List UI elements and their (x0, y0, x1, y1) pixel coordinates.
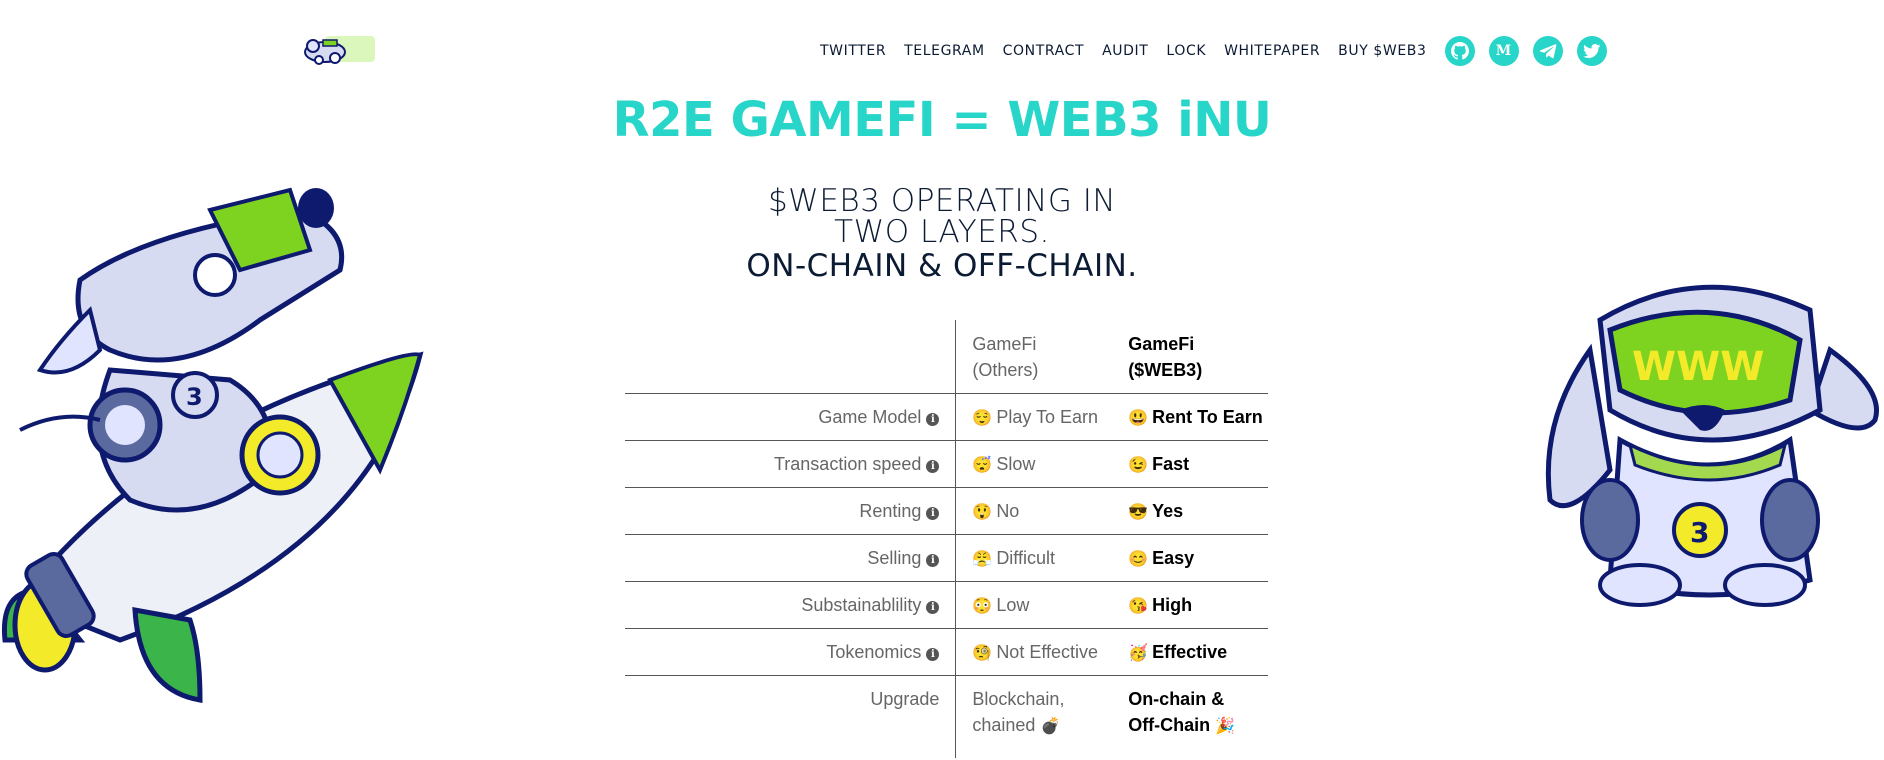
header-others: GameFi (Others) (956, 320, 1128, 394)
info-icon[interactable]: i (926, 647, 940, 661)
others-value: Low (996, 594, 1030, 615)
nav-audit[interactable]: AUDIT (1102, 43, 1148, 59)
svg-text:3: 3 (186, 383, 203, 411)
header-web3: GameFi ($WEB3) (1128, 320, 1268, 394)
table-row: Transaction speed i 😴 Slow 😉 Fast (625, 440, 1268, 488)
comparison-table: GameFi (Others) GameFi ($WEB3) Game Mode… (625, 320, 1268, 758)
emoji-icon: 😳 (972, 597, 993, 615)
medium-icon[interactable]: M (1488, 36, 1519, 66)
nav-telegram[interactable]: TELEGRAM (904, 43, 985, 59)
web3-value: Fast (1152, 453, 1190, 474)
header-web3-line2: ($WEB3) (1128, 359, 1203, 380)
goggles-dog-illustration: WWW 3 (1540, 270, 1884, 615)
table-row: Selling i 😤 Difficult 😊 Easy (625, 534, 1268, 582)
web3-value: Effective (1152, 641, 1228, 662)
emoji-icon: 😴 (972, 456, 993, 474)
header-others-line2: (Others) (972, 359, 1039, 380)
info-icon[interactable]: i (926, 412, 940, 426)
row-label: Selling (867, 547, 922, 568)
emoji-icon: 😌 (972, 409, 993, 427)
row-label: Upgrade (870, 689, 940, 709)
others-value: No (996, 500, 1020, 521)
table-row: Upgrade Blockchain, chained 💣 On-chain &… (625, 675, 1268, 758)
nav-contract[interactable]: CONTRACT (1003, 43, 1084, 59)
web3-value: Rent To Earn (1152, 406, 1263, 427)
table-header-row: GameFi (Others) GameFi ($WEB3) (625, 320, 1268, 394)
nav-lock[interactable]: LOCK (1166, 43, 1206, 59)
others-value-line1: Blockchain, (972, 689, 1065, 709)
logo[interactable] (295, 30, 377, 70)
web3-value-line1: On-chain & (1128, 689, 1225, 709)
social-links: M (1444, 36, 1621, 66)
web3-value: High (1152, 594, 1193, 615)
github-icon[interactable] (1444, 36, 1475, 66)
svg-text:WWW: WWW (1632, 344, 1764, 390)
rocket-dog-illustration: 3 (0, 170, 440, 710)
hero-title: R2E GAMEFI = WEB3 iNU (612, 92, 1272, 148)
others-value: Slow (996, 453, 1036, 474)
table-row: Substainablility i 😳 Low 😘 High (625, 581, 1268, 629)
emoji-icon: 😊 (1128, 550, 1149, 568)
emoji-icon: 😲 (972, 503, 993, 521)
emoji-icon: 🥳 (1128, 644, 1149, 662)
row-label: Renting (859, 500, 922, 521)
web3-value: Easy (1152, 547, 1195, 568)
row-label: Tokenomics (826, 641, 922, 662)
header-web3-line1: GameFi (1128, 333, 1195, 354)
emoji-icon: 😎 (1128, 503, 1149, 521)
nav-buy[interactable]: BUY $WEB3 (1338, 43, 1426, 59)
web3-value: Yes (1152, 500, 1184, 521)
emoji-icon: 😃 (1128, 409, 1149, 427)
row-label: Game Model (818, 406, 922, 427)
info-icon[interactable]: i (926, 506, 940, 520)
party-popper-icon: 🎉 (1215, 718, 1236, 735)
header-empty-cell (625, 320, 957, 394)
top-nav: TWITTER TELEGRAM CONTRACT AUDIT LOCK WHI… (820, 36, 1621, 66)
others-value: Play To Earn (996, 406, 1099, 427)
web3-value-line2: Off-Chain (1128, 715, 1211, 735)
info-icon[interactable]: i (926, 459, 940, 473)
row-label: Substainablility (801, 594, 922, 615)
others-value: Difficult (996, 547, 1055, 568)
nav-twitter[interactable]: TWITTER (820, 43, 886, 59)
header-others-line1: GameFi (972, 333, 1037, 354)
twitter-icon[interactable] (1576, 36, 1607, 66)
others-value: Not Effective (996, 641, 1099, 662)
table-row: Tokenomics i 🧐 Not Effective 🥳 Effective (625, 628, 1268, 676)
others-value-line2: chained (972, 715, 1036, 735)
info-icon[interactable]: i (926, 553, 940, 567)
emoji-icon: 😤 (972, 550, 993, 568)
row-label: Transaction speed (773, 453, 922, 474)
svg-text:3: 3 (1690, 516, 1709, 549)
table-row: Renting i 😲 No 😎 Yes (625, 487, 1268, 535)
telegram-icon[interactable] (1532, 36, 1563, 66)
bomb-icon: 💣 (1040, 718, 1061, 735)
info-icon[interactable]: i (926, 600, 940, 614)
emoji-icon: 🧐 (972, 644, 993, 662)
emoji-icon: 😘 (1128, 597, 1149, 615)
emoji-icon: 😉 (1128, 456, 1149, 474)
nav-whitepaper[interactable]: WHITEPAPER (1224, 43, 1320, 59)
table-row: Game Model i 😌 Play To Earn 😃 Rent To Earn (625, 393, 1268, 441)
